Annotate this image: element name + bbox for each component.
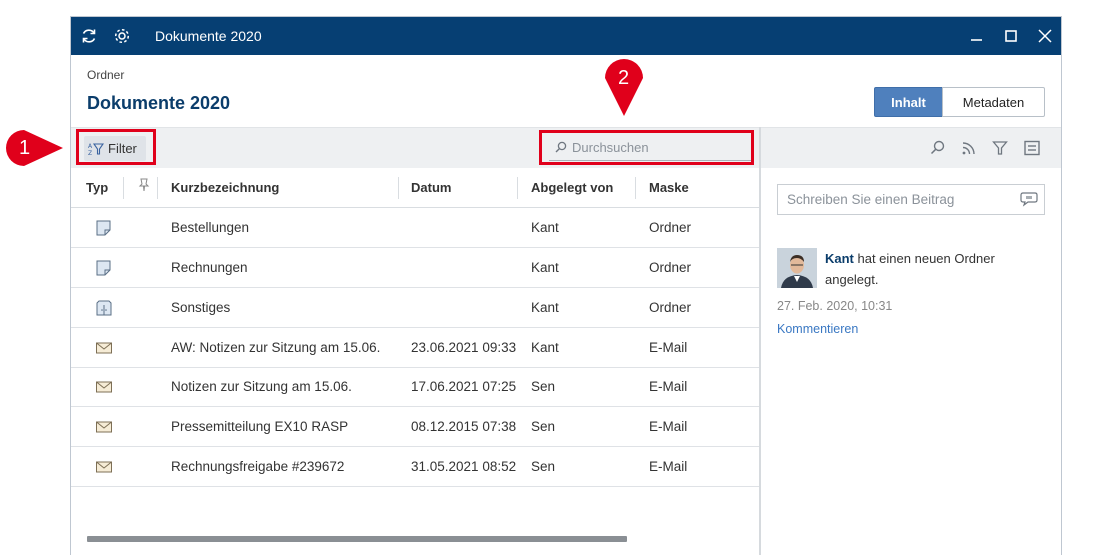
gear-icon[interactable] xyxy=(113,27,131,45)
row-name: Sonstiges xyxy=(171,300,231,315)
column-header-abgelegt-von[interactable]: Abgelegt von xyxy=(531,180,613,195)
row-owner: Kant xyxy=(531,300,559,315)
row-date: 08.12.2015 07:38 xyxy=(411,419,517,434)
maximize-icon[interactable] xyxy=(1001,26,1021,46)
mail-icon xyxy=(95,419,113,435)
highlight-box-search xyxy=(539,130,754,165)
pane-splitter[interactable] xyxy=(759,127,761,555)
table-row[interactable]: Sonstiges Kant Ordner xyxy=(71,288,759,328)
column-separator[interactable] xyxy=(123,177,124,199)
row-date: 31.05.2021 08:52 xyxy=(411,459,517,474)
row-name: Pressemitteilung EX10 RASP xyxy=(171,419,349,434)
list-view-icon[interactable] xyxy=(1023,139,1041,157)
column-header-kurzbezeichnung[interactable]: Kurzbezeichnung xyxy=(171,180,279,195)
comment-link[interactable]: Kommentieren xyxy=(777,322,858,336)
page-header: Ordner Dokumente 2020 Inhalt Metadaten xyxy=(71,55,1061,127)
row-mask: E-Mail xyxy=(649,340,688,355)
avatar[interactable] xyxy=(777,248,817,288)
row-name: Notizen zur Sitzung am 15.06. xyxy=(171,379,352,394)
document-window: Dokumente 2020 Ordner Dokumente 2020 Inh… xyxy=(70,16,1062,555)
column-header-datum[interactable]: Datum xyxy=(411,180,451,195)
highlight-box-filter xyxy=(76,129,156,165)
table-row[interactable]: Rechnungen Kant Ordner xyxy=(71,248,759,288)
row-mask: E-Mail xyxy=(649,419,688,434)
row-owner: Kant xyxy=(531,220,559,235)
row-owner: Sen xyxy=(531,419,556,434)
pin-column-icon[interactable] xyxy=(138,178,150,195)
post-placeholder: Schreiben Sie einen Beitrag xyxy=(787,192,955,207)
annotation-marker-1: 1 xyxy=(5,129,65,167)
post-input[interactable]: Schreiben Sie einen Beitrag xyxy=(777,184,1045,215)
column-header-maske[interactable]: Maske xyxy=(649,180,689,195)
rss-icon[interactable] xyxy=(960,139,978,157)
horizontal-scrollbar[interactable] xyxy=(87,536,627,542)
feed-toolbar xyxy=(761,127,1061,168)
mail-icon xyxy=(95,340,113,356)
tab-inhalt[interactable]: Inhalt xyxy=(874,87,943,117)
title-bar: Dokumente 2020 xyxy=(71,17,1061,55)
feed-timestamp: 27. Feb. 2020, 10:31 xyxy=(777,299,893,313)
row-name: Rechnungsfreigabe #239672 xyxy=(171,459,345,474)
feed-entry-text: Kant hat einen neuen Ordner angelegt. xyxy=(825,248,1045,290)
window-title: Dokumente 2020 xyxy=(155,28,262,44)
row-name: Bestellungen xyxy=(171,220,250,235)
row-date: 23.06.2021 09:33 xyxy=(411,340,517,355)
column-separator[interactable] xyxy=(398,177,399,199)
column-header-typ[interactable]: Typ xyxy=(86,180,108,195)
annotation-marker-2-label: 2 xyxy=(618,67,630,89)
close-icon[interactable] xyxy=(1035,26,1055,46)
row-mask: Ordner xyxy=(649,260,692,275)
table-header: Typ Kurzbezeichnung Datum Abgelegt von M… xyxy=(71,167,759,208)
row-name: Rechnungen xyxy=(171,260,248,275)
table-row[interactable]: Rechnungsfreigabe #239672 31.05.2021 08:… xyxy=(71,447,759,487)
comment-bubble-icon[interactable] xyxy=(1020,191,1038,207)
page-title: Dokumente 2020 xyxy=(87,93,231,113)
table-row[interactable]: Notizen zur Sitzung am 15.06. 17.06.2021… xyxy=(71,367,759,407)
row-mask: Ordner xyxy=(649,300,692,315)
table-row[interactable]: Pressemitteilung EX10 RASP 08.12.2015 07… xyxy=(71,407,759,447)
minimize-icon[interactable] xyxy=(967,26,987,46)
cabinet-folder-icon xyxy=(95,300,113,316)
tab-metadaten[interactable]: Metadaten xyxy=(942,87,1045,117)
breadcrumb[interactable]: Ordner xyxy=(87,68,124,82)
column-separator[interactable] xyxy=(157,177,158,199)
row-owner: Sen xyxy=(531,459,556,474)
mail-icon xyxy=(95,459,113,475)
row-mask: E-Mail xyxy=(649,459,688,474)
table-row[interactable]: AW: Notizen zur Sitzung am 15.06. 23.06.… xyxy=(71,328,759,368)
mail-icon xyxy=(95,379,113,395)
folder-icon xyxy=(95,260,113,276)
folder-icon xyxy=(95,220,113,236)
row-owner: Kant xyxy=(531,260,559,275)
feed-user-link[interactable]: Kant xyxy=(825,251,854,266)
refresh-icon[interactable] xyxy=(80,27,98,45)
row-mask: Ordner xyxy=(649,220,692,235)
row-owner: Sen xyxy=(531,379,556,394)
search-icon[interactable] xyxy=(929,139,947,157)
filter-icon[interactable] xyxy=(991,139,1009,157)
annotation-marker-1-label: 1 xyxy=(19,137,31,159)
row-mask: E-Mail xyxy=(649,379,688,394)
row-owner: Kant xyxy=(531,340,559,355)
column-separator[interactable] xyxy=(635,177,636,199)
row-name: AW: Notizen zur Sitzung am 15.06. xyxy=(171,340,381,355)
annotation-marker-2: 2 xyxy=(604,58,644,118)
table-row[interactable]: Bestellungen Kant Ordner xyxy=(71,208,759,248)
column-separator[interactable] xyxy=(517,177,518,199)
row-date: 17.06.2021 07:25 xyxy=(411,379,517,394)
